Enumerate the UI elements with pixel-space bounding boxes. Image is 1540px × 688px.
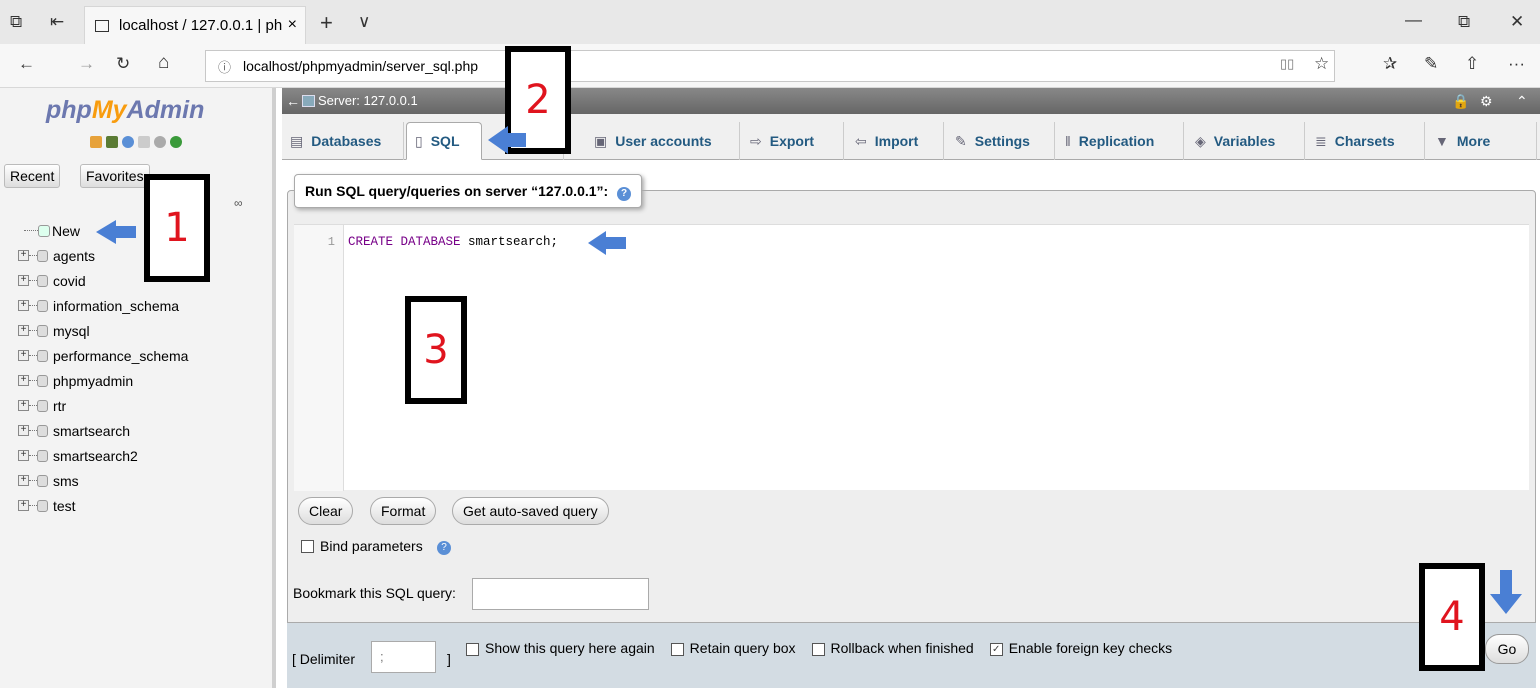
- arrow-new: [96, 220, 136, 244]
- arrow-code: [588, 231, 626, 255]
- arrow-sql: [488, 126, 526, 154]
- arrow-go: [1490, 570, 1522, 614]
- annotation-arrows: [96, 126, 1522, 614]
